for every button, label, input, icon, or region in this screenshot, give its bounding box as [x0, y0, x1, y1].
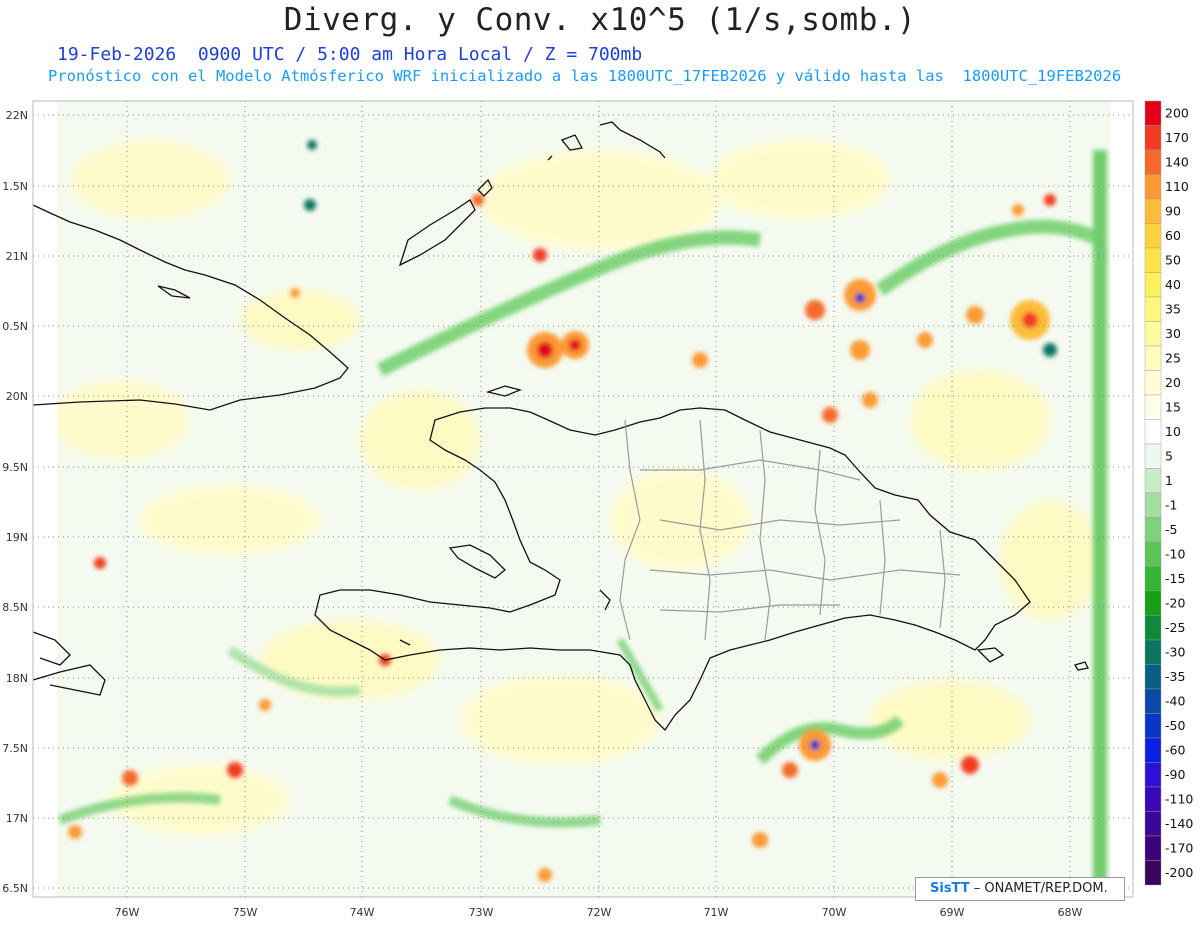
- colorbar-swatch: [1144, 345, 1162, 371]
- colorbar-swatch: [1144, 590, 1162, 616]
- forecast-map: 22N 1.5N 21N 0.5N 20N 9.5N 19N 8.5N 18N …: [2, 100, 1193, 919]
- colorbar-label: -30: [1165, 645, 1185, 660]
- lon-label: 74W: [350, 906, 375, 919]
- colorbar-label: 1: [1165, 473, 1173, 488]
- colorbar-label: -5: [1165, 522, 1177, 537]
- colorbar-swatch: [1144, 541, 1162, 567]
- lon-label: 72W: [587, 906, 612, 919]
- lon-label: 70W: [822, 906, 847, 919]
- lat-label: 0.5N: [2, 320, 28, 333]
- colorbar-swatch: [1144, 296, 1162, 322]
- colorbar-label: 110: [1165, 179, 1189, 194]
- colorbar-swatch: [1144, 835, 1162, 861]
- colorbar-label: -110: [1165, 792, 1193, 807]
- colorbar-swatch: [1144, 149, 1162, 175]
- lat-label: 6.5N: [2, 882, 28, 895]
- credit-box: SisTT – ONAMET/REP.DOM.: [915, 877, 1125, 901]
- colorbar: 200 170 140 110 90 60 50 40 35 30 25 20 15 10 5 1 -1 -5 -1…: [1144, 100, 1193, 886]
- lon-label: 73W: [469, 906, 494, 919]
- colorbar-label: 60: [1165, 228, 1181, 243]
- lon-label: 69W: [940, 906, 965, 919]
- colorbar-swatch: [1144, 100, 1162, 126]
- longitude-labels: 76W 75W 74W 73W 72W 71W 70W 69W 68W: [115, 906, 1083, 919]
- colorbar-swatch: [1144, 615, 1162, 641]
- colorbar-label: 10: [1165, 424, 1181, 439]
- colorbar-swatch: [1144, 860, 1162, 886]
- lat-label: 18N: [6, 672, 28, 685]
- colorbar-label: -90: [1165, 767, 1185, 782]
- colorbar-swatch: [1144, 174, 1162, 200]
- colorbar-label: 15: [1165, 400, 1181, 415]
- colorbar-label: 200: [1165, 106, 1189, 121]
- sistt-logo: SisTT: [930, 881, 970, 896]
- colorbar-label: -40: [1165, 694, 1185, 709]
- map-title: Diverg. y Conv. x10^5 (1/s,somb.): [283, 2, 917, 38]
- colorbar-swatch: [1144, 811, 1162, 837]
- lat-label: 19N: [6, 531, 28, 544]
- colorbar-label: -60: [1165, 743, 1185, 758]
- colorbar-label: 20: [1165, 375, 1181, 390]
- colorbar-swatch: [1144, 198, 1162, 224]
- colorbar-swatch: [1144, 247, 1162, 273]
- lon-label: 76W: [115, 906, 140, 919]
- colorbar-label: 50: [1165, 253, 1181, 268]
- lat-label: 9.5N: [2, 461, 28, 474]
- valid-time-subtitle: 19-Feb-2026 0900 UTC / 5:00 am Hora Loca…: [57, 44, 643, 65]
- lat-label: 21N: [6, 250, 28, 263]
- colorbar-swatch: [1144, 492, 1162, 518]
- colorbar-swatch: [1144, 517, 1162, 543]
- colorbar-swatch: [1144, 664, 1162, 690]
- colorbar-label: -20: [1165, 596, 1185, 611]
- lat-label: 20N: [6, 390, 28, 403]
- colorbar-label: -50: [1165, 718, 1185, 733]
- colorbar-label: -170: [1165, 841, 1193, 856]
- model-init-subtitle: Pronóstico con el Modelo Atmósferico WRF…: [48, 67, 1122, 85]
- colorbar-label: 30: [1165, 326, 1181, 341]
- colorbar-swatch: [1144, 272, 1162, 298]
- colorbar-swatch: [1144, 566, 1162, 592]
- colorbar-swatch: [1144, 639, 1162, 665]
- lon-label: 68W: [1058, 906, 1083, 919]
- latitude-labels: 22N 1.5N 21N 0.5N 20N 9.5N 19N 8.5N 18N …: [2, 109, 28, 895]
- colorbar-label: -1: [1165, 498, 1177, 513]
- colorbar-label: 90: [1165, 204, 1181, 219]
- divergence-field: [57, 101, 1111, 897]
- credit-text: – ONAMET/REP.DOM.: [973, 881, 1108, 896]
- colorbar-swatch: [1144, 468, 1162, 494]
- colorbar-swatch: [1144, 125, 1162, 151]
- colorbar-label: -15: [1165, 571, 1185, 586]
- colorbar-swatch: [1144, 786, 1162, 812]
- lat-label: 22N: [6, 109, 28, 122]
- colorbar-label: 40: [1165, 277, 1181, 292]
- colorbar-swatch: [1144, 394, 1162, 420]
- lat-label: 7.5N: [2, 742, 28, 755]
- lon-label: 71W: [704, 906, 729, 919]
- lat-label: 8.5N: [2, 601, 28, 614]
- colorbar-label: 25: [1165, 351, 1181, 366]
- colorbar-label: 5: [1165, 449, 1173, 464]
- colorbar-swatch: [1144, 688, 1162, 714]
- colorbar-swatch: [1144, 737, 1162, 763]
- colorbar-label: 35: [1165, 302, 1181, 317]
- colorbar-label: -35: [1165, 669, 1185, 684]
- colorbar-swatch: [1144, 443, 1162, 469]
- lon-label: 75W: [233, 906, 258, 919]
- colorbar-label: -25: [1165, 620, 1185, 635]
- colorbar-label: -10: [1165, 547, 1185, 562]
- colorbar-label: -200: [1165, 865, 1193, 880]
- colorbar-swatch: [1144, 223, 1162, 249]
- colorbar-label: 140: [1165, 155, 1189, 170]
- colorbar-label: 170: [1165, 130, 1189, 145]
- colorbar-swatch: [1144, 762, 1162, 788]
- colorbar-swatch: [1144, 419, 1162, 445]
- lat-label: 17N: [6, 812, 28, 825]
- colorbar-swatch: [1144, 321, 1162, 347]
- lat-label: 1.5N: [2, 180, 28, 193]
- colorbar-swatch: [1144, 370, 1162, 396]
- colorbar-swatch: [1144, 713, 1162, 739]
- colorbar-label: -140: [1165, 816, 1193, 831]
